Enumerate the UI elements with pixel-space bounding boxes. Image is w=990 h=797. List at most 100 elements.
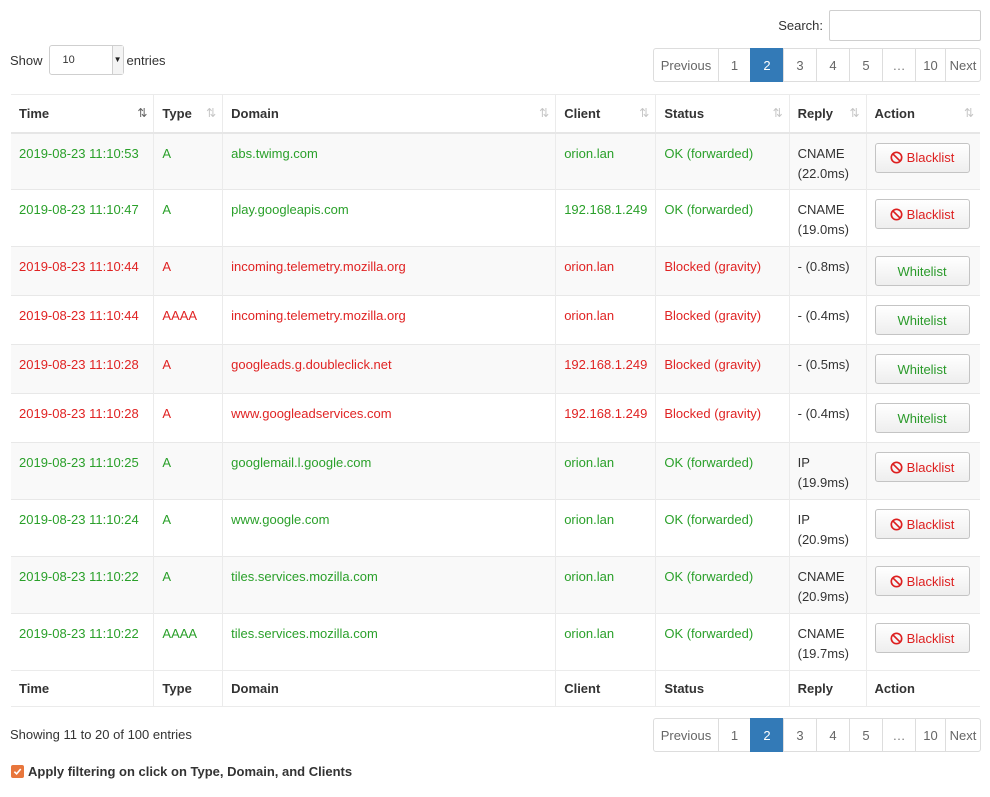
entries-select[interactable]: 10 ▼ — [48, 45, 124, 75]
col-header-type[interactable]: Type ⇅ — [153, 94, 224, 134]
search-input[interactable] — [829, 10, 981, 41]
page-button-10[interactable]: 10 — [915, 48, 946, 82]
page-button-2[interactable]: 2 — [750, 48, 784, 82]
reply-time: (19.0ms) — [797, 222, 849, 237]
cell-time: 2019-08-23 11:10:25 — [11, 442, 155, 500]
col-header-reply[interactable]: Reply ⇅ — [789, 94, 867, 134]
previous-page-button[interactable]: Previous — [653, 48, 719, 82]
cell-domain[interactable]: www.google.com — [222, 499, 557, 557]
previous-page-button[interactable]: Previous — [653, 718, 719, 752]
cell-time: 2019-08-23 11:10:28 — [11, 393, 155, 443]
cell-domain[interactable]: tiles.services.mozilla.com — [222, 556, 557, 614]
sort-icon: ⇅ — [206, 106, 217, 120]
blacklist-button[interactable]: Blacklist — [874, 452, 970, 482]
cell-client[interactable]: orion.lan — [555, 295, 657, 345]
sort-icon: ⇅ — [772, 106, 783, 120]
search-area: Search: — [778, 10, 981, 41]
page-button-3[interactable]: 3 — [783, 48, 817, 82]
page-button-1[interactable]: 1 — [718, 48, 751, 82]
cell-type[interactable]: A — [153, 189, 224, 247]
col-header-time[interactable]: Time ⇅ — [11, 94, 155, 134]
cell-action: Blacklist — [866, 500, 980, 557]
page-button-3[interactable]: 3 — [783, 718, 817, 752]
cell-client[interactable]: orion.lan — [555, 556, 657, 614]
cell-reply: IP (20.9ms) — [789, 499, 867, 557]
cell-domain[interactable]: play.googleapis.com — [222, 189, 557, 247]
check-icon — [13, 768, 22, 776]
whitelist-button[interactable]: Whitelist — [874, 305, 970, 335]
cell-action: Whitelist — [866, 345, 980, 394]
cell-reply: - (0.4ms) — [789, 393, 867, 443]
page-button-4[interactable]: 4 — [816, 718, 850, 752]
cell-type[interactable]: AAAA — [153, 295, 224, 345]
col-header-status[interactable]: Status ⇅ — [655, 94, 790, 134]
cell-domain[interactable]: incoming.telemetry.mozilla.org — [222, 246, 557, 296]
cell-client[interactable]: orion.lan — [555, 613, 657, 671]
reply-type: CNAME — [797, 626, 845, 641]
cell-client[interactable]: orion.lan — [555, 246, 657, 296]
cell-client[interactable]: 192.168.1.249 — [555, 189, 657, 247]
sort-icon: ⇅ — [849, 106, 860, 120]
cell-status: Blocked (gravity) — [655, 246, 790, 296]
col-header-action[interactable]: Action ⇅ — [866, 94, 980, 134]
ban-icon — [890, 517, 903, 531]
filter-option[interactable]: Apply filtering on click on Type, Domain… — [11, 764, 352, 779]
page-button-10[interactable]: 10 — [915, 718, 946, 752]
ban-icon — [890, 151, 903, 164]
checkbox[interactable] — [11, 765, 24, 778]
blacklist-button[interactable]: Blacklist — [874, 509, 970, 539]
cell-domain[interactable]: tiles.services.mozilla.com — [222, 613, 557, 671]
cell-client[interactable]: 192.168.1.249 — [555, 344, 657, 394]
cell-type[interactable]: A — [153, 499, 224, 557]
cell-time: 2019-08-23 11:10:47 — [11, 189, 155, 247]
col-header-domain[interactable]: Domain ⇅ — [222, 94, 557, 134]
page-button-5[interactable]: 5 — [849, 718, 883, 752]
cell-type[interactable]: A — [153, 393, 224, 443]
page-button-2[interactable]: 2 — [750, 718, 784, 752]
cell-reply: - (0.8ms) — [789, 246, 867, 296]
search-label: Search: — [778, 18, 823, 33]
page-button-5[interactable]: 5 — [849, 48, 883, 82]
cell-type[interactable]: A — [153, 246, 224, 296]
sort-icon: ⇅ — [539, 106, 550, 120]
cell-type[interactable]: A — [153, 132, 224, 190]
cell-client[interactable]: orion.lan — [555, 442, 657, 500]
col-footer-action: Action — [866, 670, 980, 707]
whitelist-button[interactable]: Whitelist — [874, 354, 970, 384]
cell-domain[interactable]: googlemail.l.google.com — [222, 442, 557, 500]
sort-desc-icon: ⇅ — [137, 106, 148, 120]
cell-domain[interactable]: googleads.g.doubleclick.net — [222, 344, 557, 394]
cell-time: 2019-08-23 11:10:44 — [11, 246, 155, 296]
blacklist-button[interactable]: Blacklist — [874, 623, 970, 653]
cell-type[interactable]: AAAA — [153, 613, 224, 671]
table-footer-row: Time Type Domain Client Status Reply Act… — [11, 670, 980, 707]
blacklist-button[interactable]: Blacklist — [874, 199, 970, 229]
action-label: Whitelist — [897, 312, 947, 328]
cell-domain[interactable]: www.googleadservices.com — [222, 393, 557, 443]
cell-type[interactable]: A — [153, 344, 224, 394]
cell-type[interactable]: A — [153, 556, 224, 614]
pagination-bottom: Previous 1 2 3 4 5… 10 Next — [653, 718, 981, 752]
next-page-button[interactable]: Next — [945, 48, 981, 82]
cell-client[interactable]: orion.lan — [555, 132, 657, 190]
cell-domain[interactable]: incoming.telemetry.mozilla.org — [222, 295, 557, 345]
cell-reply: CNAME (19.0ms) — [789, 189, 867, 247]
blacklist-button[interactable]: Blacklist — [874, 566, 970, 596]
cell-client[interactable]: 192.168.1.249 — [555, 393, 657, 443]
action-label: Blacklist — [906, 206, 955, 222]
reply-type: - (0.5ms) — [797, 357, 850, 372]
page-button-4[interactable]: 4 — [816, 48, 850, 82]
col-header-client[interactable]: Client ⇅ — [555, 94, 657, 134]
blacklist-button[interactable]: Blacklist — [874, 142, 970, 173]
cell-type[interactable]: A — [153, 442, 224, 500]
whitelist-button[interactable]: Whitelist — [874, 256, 970, 286]
table-row: 2019-08-23 11:10:24 Awww.google.com orion.… — [11, 499, 980, 557]
whitelist-button[interactable]: Whitelist — [874, 403, 970, 433]
cell-action: Blacklist — [866, 614, 980, 671]
table-row: 2019-08-23 11:10:22 Atiles.services.mozil… — [11, 556, 980, 614]
page-button-1[interactable]: 1 — [718, 718, 751, 752]
cell-domain[interactable]: abs.twimg.com — [222, 132, 557, 190]
cell-status: Blocked (gravity) — [655, 344, 790, 394]
cell-client[interactable]: orion.lan — [555, 499, 657, 557]
next-page-button[interactable]: Next — [945, 718, 981, 752]
